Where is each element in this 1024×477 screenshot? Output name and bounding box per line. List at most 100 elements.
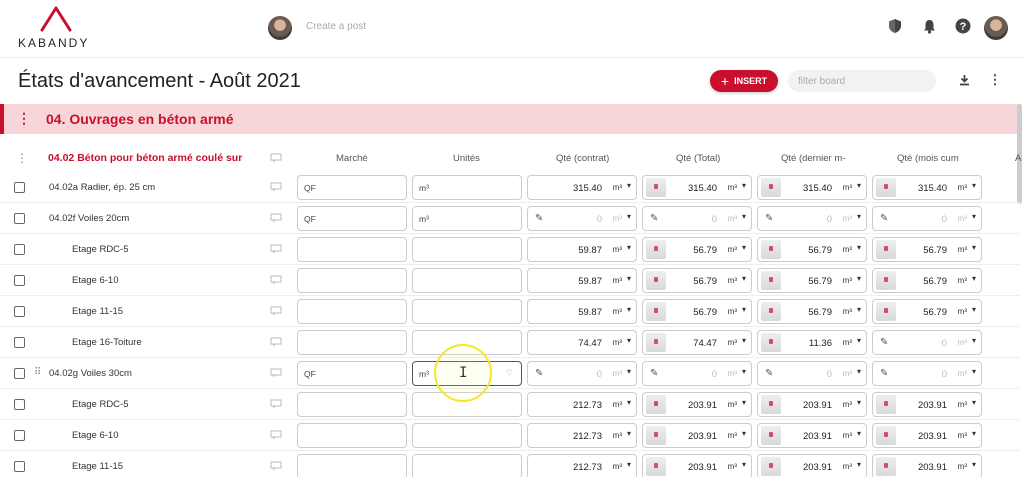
quantity-cell-qte-dernier[interactable]: 56.79 m³ ▾ bbox=[757, 268, 867, 293]
marche-cell[interactable] bbox=[297, 423, 407, 448]
attachment-thumbnail[interactable] bbox=[876, 271, 896, 290]
row-checkbox[interactable] bbox=[14, 430, 25, 441]
chevron-down-icon[interactable]: ▾ bbox=[857, 367, 861, 376]
chevron-down-icon[interactable]: ▾ bbox=[627, 243, 631, 252]
quantity-cell-qte-dernier[interactable]: ✎ 0 m³ ▾ bbox=[757, 361, 867, 386]
chevron-down-icon[interactable]: ▾ bbox=[627, 398, 631, 407]
comment-icon[interactable] bbox=[270, 399, 282, 409]
comment-icon[interactable] bbox=[270, 213, 282, 223]
quantity-cell-qte-total[interactable]: 56.79 m³ ▾ bbox=[642, 299, 752, 324]
chevron-down-icon[interactable]: ▾ bbox=[857, 212, 861, 221]
quantity-cell-qte-dernier[interactable]: 203.91 m³ ▾ bbox=[757, 392, 867, 417]
quantity-cell-qte-contrat[interactable]: 212.73 m³ ▾ bbox=[527, 423, 637, 448]
chevron-down-icon[interactable]: ▾ bbox=[857, 336, 861, 345]
chevron-down-icon[interactable]: ▾ bbox=[742, 181, 746, 190]
attachment-thumbnail[interactable] bbox=[761, 457, 781, 476]
quantity-cell-qte-dernier[interactable]: 203.91 m³ ▾ bbox=[757, 454, 867, 477]
quantity-cell-qte-total[interactable]: 315.40 m³ ▾ bbox=[642, 175, 752, 200]
row-checkbox[interactable] bbox=[14, 306, 25, 317]
chevron-down-icon[interactable]: ▾ bbox=[742, 460, 746, 469]
quantity-cell-qte-total[interactable]: 203.91 m³ ▾ bbox=[642, 423, 752, 448]
attachment-thumbnail[interactable] bbox=[876, 426, 896, 445]
chevron-down-icon[interactable]: ▾ bbox=[742, 305, 746, 314]
quantity-cell-qte-contrat[interactable]: 74.47 m³ ▾ bbox=[527, 330, 637, 355]
attachment-thumbnail[interactable] bbox=[876, 240, 896, 259]
unit-picker-icon[interactable]: ⌔ bbox=[505, 367, 514, 380]
chevron-down-icon[interactable]: ▾ bbox=[972, 460, 976, 469]
column-header-qte-contrat[interactable]: Qté (contrat) bbox=[556, 153, 609, 164]
quantity-cell-qte-contrat[interactable]: 212.73 m³ ▾ bbox=[527, 392, 637, 417]
unite-cell[interactable] bbox=[412, 268, 522, 293]
group-menu-icon[interactable]: ⋮ bbox=[16, 151, 28, 165]
comment-icon[interactable] bbox=[270, 337, 282, 347]
marche-cell[interactable] bbox=[297, 392, 407, 417]
attachment-thumbnail[interactable] bbox=[761, 271, 781, 290]
attachment-thumbnail[interactable] bbox=[761, 178, 781, 197]
attachment-thumbnail[interactable] bbox=[761, 302, 781, 321]
chevron-down-icon[interactable]: ▾ bbox=[972, 243, 976, 252]
chevron-down-icon[interactable]: ▾ bbox=[857, 243, 861, 252]
marche-cell[interactable]: QF bbox=[297, 361, 407, 386]
quantity-cell-qte-contrat[interactable]: 59.87 m³ ▾ bbox=[527, 268, 637, 293]
chevron-down-icon[interactable]: ▾ bbox=[972, 274, 976, 283]
quantity-cell-qte-mois[interactable]: 56.79 m³ ▾ bbox=[872, 237, 982, 262]
chevron-down-icon[interactable]: ▾ bbox=[972, 336, 976, 345]
quantity-cell-qte-mois[interactable]: 315.40 m³ ▾ bbox=[872, 175, 982, 200]
row-checkbox[interactable] bbox=[14, 337, 25, 348]
marche-cell[interactable] bbox=[297, 299, 407, 324]
comment-icon[interactable] bbox=[270, 368, 282, 378]
quantity-cell-qte-dernier[interactable]: 11.36 m³ ▾ bbox=[757, 330, 867, 355]
edit-pencil-icon[interactable]: ✎ bbox=[535, 368, 543, 379]
edit-pencil-icon[interactable]: ✎ bbox=[880, 368, 888, 379]
column-header-qte-mois[interactable]: Qté (mois cum bbox=[897, 153, 959, 164]
chevron-down-icon[interactable]: ▾ bbox=[857, 274, 861, 283]
row-checkbox[interactable] bbox=[14, 213, 25, 224]
row-checkbox[interactable] bbox=[14, 368, 25, 379]
quantity-cell-qte-dernier[interactable]: 56.79 m³ ▾ bbox=[757, 237, 867, 262]
chevron-down-icon[interactable]: ▾ bbox=[972, 181, 976, 190]
quantity-cell-qte-contrat[interactable]: ✎ 0 m³ ▾ bbox=[527, 361, 637, 386]
comment-icon[interactable] bbox=[270, 275, 282, 285]
comment-icon[interactable] bbox=[270, 182, 282, 192]
marche-cell[interactable]: QF bbox=[297, 206, 407, 231]
unite-cell[interactable] bbox=[412, 237, 522, 262]
quantity-cell-qte-contrat[interactable]: ✎ 0 m³ ▾ bbox=[527, 206, 637, 231]
attachment-thumbnail[interactable] bbox=[876, 178, 896, 197]
chevron-down-icon[interactable]: ▾ bbox=[972, 212, 976, 221]
drag-handle-icon[interactable]: ⠿ bbox=[34, 367, 41, 378]
chevron-down-icon[interactable]: ▾ bbox=[627, 460, 631, 469]
quantity-cell-qte-mois[interactable]: 56.79 m³ ▾ bbox=[872, 299, 982, 324]
chevron-down-icon[interactable]: ▾ bbox=[627, 274, 631, 283]
chevron-down-icon[interactable]: ▾ bbox=[627, 336, 631, 345]
more-options-icon[interactable]: ⋮ bbox=[989, 72, 1002, 87]
chevron-down-icon[interactable]: ▾ bbox=[742, 274, 746, 283]
chevron-down-icon[interactable]: ▾ bbox=[857, 305, 861, 314]
attachment-thumbnail[interactable] bbox=[876, 302, 896, 321]
quantity-cell-qte-total[interactable]: ✎ 0 m³ ▾ bbox=[642, 361, 752, 386]
row-checkbox[interactable] bbox=[14, 399, 25, 410]
row-checkbox[interactable] bbox=[14, 182, 25, 193]
attachment-thumbnail[interactable] bbox=[876, 395, 896, 414]
chevron-down-icon[interactable]: ▾ bbox=[742, 429, 746, 438]
quantity-cell-qte-mois[interactable]: ✎ 0 m³ ▾ bbox=[872, 330, 982, 355]
column-header-qte-dernier[interactable]: Qté (dernier m- bbox=[781, 153, 845, 164]
edit-pencil-icon[interactable]: ✎ bbox=[765, 368, 773, 379]
kabandy-logo[interactable]: KABANDY bbox=[18, 6, 108, 52]
chevron-down-icon[interactable]: ▾ bbox=[857, 460, 861, 469]
chevron-down-icon[interactable]: ▾ bbox=[857, 429, 861, 438]
unite-cell[interactable] bbox=[412, 299, 522, 324]
attachment-thumbnail[interactable] bbox=[646, 426, 666, 445]
quantity-cell-qte-contrat[interactable]: 59.87 m³ ▾ bbox=[527, 299, 637, 324]
column-header-unites[interactable]: Unités bbox=[453, 153, 480, 164]
row-checkbox[interactable] bbox=[14, 461, 25, 472]
attachment-thumbnail[interactable] bbox=[761, 240, 781, 259]
help-icon[interactable]: ? bbox=[954, 17, 972, 35]
quantity-cell-qte-mois[interactable]: 203.91 m³ ▾ bbox=[872, 454, 982, 477]
marche-cell[interactable]: QF bbox=[297, 175, 407, 200]
attachment-thumbnail[interactable] bbox=[761, 426, 781, 445]
quantity-cell-qte-total[interactable]: ✎ 0 m³ ▾ bbox=[642, 206, 752, 231]
section-menu-icon[interactable]: ⋮ bbox=[17, 110, 31, 127]
bell-icon[interactable] bbox=[920, 17, 938, 35]
user-avatar[interactable] bbox=[984, 16, 1008, 40]
chevron-down-icon[interactable]: ▾ bbox=[627, 212, 631, 221]
